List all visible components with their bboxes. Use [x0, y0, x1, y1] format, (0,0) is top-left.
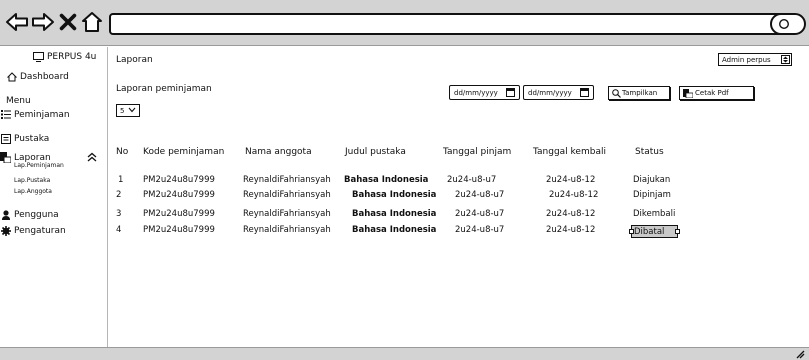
- table-cell-no: 4: [116, 225, 122, 235]
- table-cell-nama: ReynaldiFahriansyah: [243, 209, 331, 219]
- table-cell-judul: Bahasa Indonesia: [344, 175, 429, 185]
- calendar-icon: [580, 88, 589, 97]
- resize-handle-right: [675, 229, 680, 234]
- table-cell-no: 2: [116, 190, 122, 200]
- table-cell-nama: ReynaldiFahriansyah: [243, 225, 331, 235]
- user-icon: [0, 209, 11, 220]
- sidebar-item-label: Pustaka: [14, 133, 50, 144]
- table-cell-tanggal-kembali: 2u24-u8-12: [549, 190, 599, 200]
- close-icon[interactable]: [57, 9, 79, 35]
- sidebar-subitem-lap-pustaka[interactable]: Lap.Pustaka: [14, 177, 50, 184]
- app-logo[interactable]: PERPUS 4u: [33, 51, 96, 62]
- browser-toolbar: [0, 0, 809, 46]
- column-header-status: Status: [635, 147, 664, 157]
- table-cell-kode: PM2u24u8u7999: [143, 175, 215, 185]
- sidebar-item-pengaturan[interactable]: Pengaturan: [0, 225, 66, 236]
- table-cell-nama: ReynaldiFahriansyah: [243, 190, 331, 200]
- sidebar-subitem-lap-peminjaman[interactable]: Lap.Peminjaman: [14, 162, 64, 169]
- page-size-select[interactable]: 5: [116, 104, 140, 117]
- table-cell-kode: PM2u24u8u7999: [143, 225, 215, 235]
- table-cell-judul: Bahasa Indonesia: [352, 190, 437, 200]
- sidebar-item-label: Peminjaman: [14, 109, 70, 120]
- sidebar-item-label: Dashboard: [20, 71, 69, 82]
- column-header-kode: Kode peminjaman: [143, 147, 225, 157]
- menu-heading: Menu: [6, 96, 31, 106]
- address-bar[interactable]: [109, 13, 793, 35]
- monitor-icon: [33, 51, 44, 62]
- search-icon: [779, 19, 789, 29]
- show-button[interactable]: Tampilkan: [608, 86, 670, 100]
- date-to-placeholder: dd/mm/yyyy: [528, 88, 572, 97]
- table-cell-tanggal-kembali: 2u24-u8-12: [546, 175, 596, 185]
- home-icon[interactable]: [80, 9, 104, 35]
- sidebar-item-label: Laporan: [14, 152, 51, 163]
- sidebar-item-label: Pengaturan: [14, 225, 66, 236]
- user-select-value: Admin perpus: [722, 55, 771, 64]
- page-title: Laporan: [116, 55, 153, 65]
- table-cell-tanggal-kembali: 2u24-u8-12: [546, 225, 596, 235]
- spinner-arrows-icon: [781, 55, 790, 64]
- table-cell-kode: PM2u24u8u7999: [143, 190, 215, 200]
- app-name: PERPUS 4u: [47, 51, 97, 62]
- show-button-label: Tampilkan: [622, 89, 658, 97]
- resize-handle-left: [629, 229, 634, 234]
- table-cell-tanggal-pinjam: 2u24-u8-u7: [447, 175, 497, 185]
- date-from-input[interactable]: dd/mm/yyyy: [449, 85, 520, 100]
- back-arrow-icon[interactable]: [4, 9, 30, 35]
- calendar-icon: [506, 88, 515, 97]
- sidebar-item-dashboard[interactable]: Dashboard: [6, 71, 69, 82]
- date-from-placeholder: dd/mm/yyyy: [454, 88, 498, 97]
- column-header-nama: Nama anggota: [245, 147, 312, 157]
- table-cell-no: 3: [116, 209, 122, 219]
- status-badge[interactable]: Dibatal: [629, 225, 680, 238]
- table-cell-judul: Bahasa Indonesia: [352, 225, 437, 235]
- table-cell-tanggal-pinjam: 2u24-u8-u7: [455, 190, 505, 200]
- chevron-down-icon: [128, 107, 136, 115]
- status-badge-label: Dibatal: [634, 226, 665, 237]
- table-cell-tanggal-pinjam: 2u24-u8-u7: [455, 225, 505, 235]
- gear-icon: [0, 225, 11, 236]
- sidebar-item-peminjaman[interactable]: Peminjaman: [0, 109, 70, 120]
- sidebar-item-pustaka[interactable]: Pustaka: [0, 133, 49, 144]
- pdf-icon: [683, 88, 693, 98]
- table-cell-judul: Bahasa Indonesia: [352, 209, 437, 219]
- column-header-tanggal-kembali: Tanggal kembali: [533, 147, 606, 157]
- column-header-tanggal-pinjam: Tanggal pinjam: [443, 147, 512, 157]
- sidebar-subitem-lap-anggota[interactable]: Lap.Anggota: [14, 188, 52, 195]
- table-cell-tanggal-pinjam: 2u24-u8-u7: [455, 209, 505, 219]
- page-size-value: 5: [120, 106, 125, 115]
- column-header-no: No: [116, 147, 129, 157]
- user-select[interactable]: Admin perpus: [718, 53, 792, 66]
- column-header-judul: Judul pustaka: [345, 147, 406, 157]
- table-cell-no: 1: [118, 175, 124, 185]
- table-cell-tanggal-kembali: 2u24-u8-12: [546, 209, 596, 219]
- main-content: Laporan Admin perpus Laporan peminjaman …: [109, 47, 809, 347]
- resize-grip-icon[interactable]: [793, 349, 805, 359]
- chevron-up-icon[interactable]: [86, 151, 98, 163]
- forward-arrow-icon[interactable]: [30, 9, 56, 35]
- sidebar-item-label: Pengguna: [14, 209, 59, 220]
- print-pdf-button-label: Cetak Pdf: [695, 89, 729, 97]
- table-cell-status: Dikembali: [633, 209, 676, 219]
- sidebar-item-pengguna[interactable]: Pengguna: [0, 209, 59, 220]
- home-icon: [6, 71, 17, 82]
- date-to-input[interactable]: dd/mm/yyyy: [523, 85, 594, 100]
- status-bar: [0, 347, 809, 360]
- table-cell-nama: ReynaldiFahriansyah: [243, 175, 331, 185]
- search-icon: [612, 88, 621, 98]
- list-icon: [0, 109, 11, 120]
- book-icon: [0, 133, 11, 144]
- report-icon: [0, 152, 11, 163]
- print-pdf-button[interactable]: Cetak Pdf: [679, 86, 754, 100]
- report-subtitle: Laporan peminjaman: [116, 84, 212, 94]
- table-cell-status: Dipinjam: [633, 190, 671, 200]
- browser-search-button[interactable]: [770, 13, 806, 35]
- table-cell-status: Diajukan: [633, 175, 671, 185]
- sidebar: PERPUS 4u Dashboard Menu Peminjaman Pust…: [0, 47, 108, 347]
- table-cell-kode: PM2u24u8u7999: [143, 209, 215, 219]
